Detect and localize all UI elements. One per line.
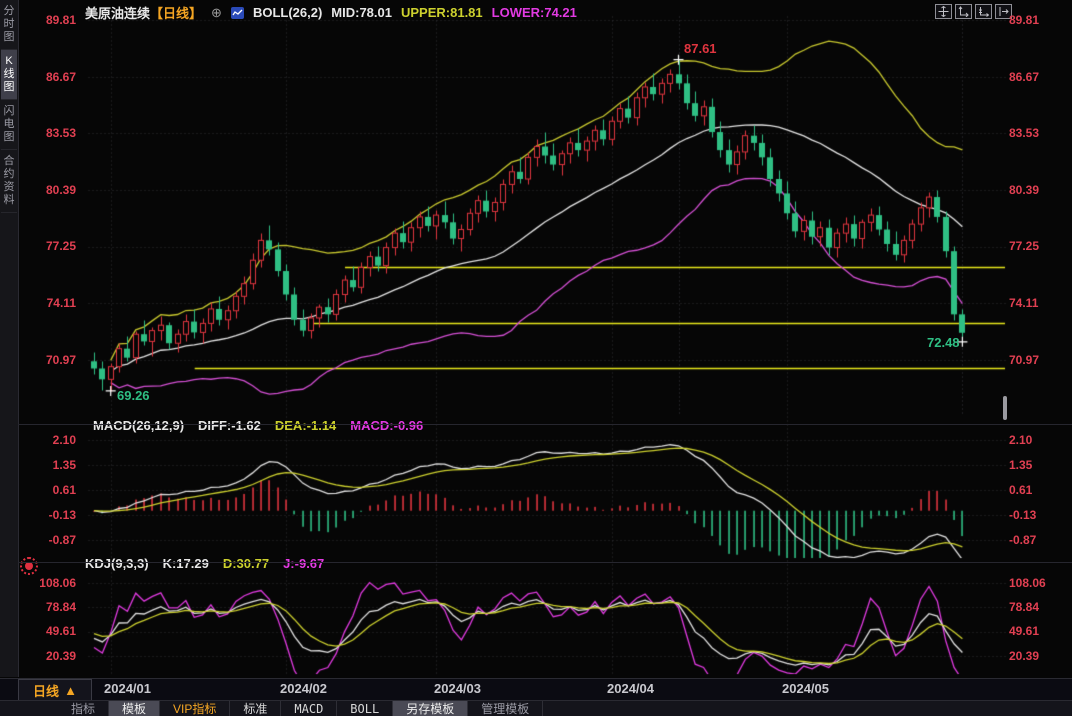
macd-tick: 0.61 (1009, 483, 1061, 497)
period-selector[interactable]: 日线 ▲ (18, 679, 92, 701)
macd-params: MACD(26,12,9) (93, 418, 184, 433)
kdj-j-value: J:-9.67 (283, 556, 324, 571)
price-tick: 89.81 (1009, 13, 1061, 27)
month-label: 2024/03 (434, 681, 481, 696)
macd-tick: 2.10 (1009, 433, 1061, 447)
month-label: 2024/01 (104, 681, 151, 696)
scrollbar-thumb[interactable] (1003, 396, 1007, 420)
sidebar-item-contract-info[interactable]: 合约资料 (1, 150, 17, 213)
tab-macd[interactable]: MACD (281, 701, 337, 716)
month-label: 2024/02 (280, 681, 327, 696)
period-label: 日线 (33, 681, 59, 700)
price-tick: 86.67 (1009, 70, 1061, 84)
macd-dea-value: DEA:-1.14 (275, 418, 336, 433)
tab-indicators[interactable]: 指标 (58, 701, 109, 716)
low-price-annotation: 69.26 (117, 388, 150, 403)
kdj-tick: 49.61 (24, 624, 76, 638)
price-tick: 80.39 (1009, 183, 1061, 197)
month-label: 2024/04 (607, 681, 654, 696)
price-tick: 83.53 (1009, 126, 1061, 140)
tab-boll[interactable]: BOLL (337, 701, 393, 716)
chart-header: 美原油连续【日线】 ⊕ BOLL(26,2) MID:78.01 UPPER:8… (85, 3, 577, 22)
macd-tick: -0.87 (1009, 533, 1061, 547)
add-indicator-icon[interactable]: ⊕ (211, 5, 222, 21)
price-tick: 74.11 (1009, 296, 1061, 310)
price-tick: 70.97 (24, 353, 76, 367)
macd-tick: 1.35 (24, 458, 76, 472)
tab-templates[interactable]: 模板 (109, 701, 160, 716)
boll-params: BOLL(26,2) (253, 5, 322, 20)
instrument-title: 美原油连续【日线】 (85, 3, 202, 22)
xaxis-band (0, 678, 1072, 701)
kdj-tick: 20.39 (24, 649, 76, 663)
sidebar-item-flash-chart[interactable]: 闪电图 (1, 100, 17, 150)
pane-divider (18, 424, 1072, 425)
tab-save-template[interactable]: 另存模板 (393, 701, 468, 716)
sidebar: 分时图 K线图 闪电图 合约资料 (0, 0, 19, 677)
high-price-annotation: 87.61 (684, 41, 717, 56)
kdj-params: KDJ(9,3,3) (85, 556, 149, 571)
trading-app-window: 分时图 K线图 闪电图 合约资料 美原油连续【日线】 ⊕ BOLL(26,2) … (0, 0, 1072, 716)
chart-canvas[interactable] (0, 0, 1072, 716)
chart-toolbar (935, 4, 1012, 19)
scale-y-axis-icon[interactable] (955, 4, 972, 19)
chevron-up-icon: ▲ (64, 683, 77, 698)
tab-standard[interactable]: 标准 (230, 701, 281, 716)
pan-chart-icon[interactable] (935, 4, 952, 19)
macd-tick: -0.87 (24, 533, 76, 547)
kdj-tick: 78.84 (1009, 600, 1061, 614)
price-tick: 89.81 (24, 13, 76, 27)
kdj-tick: 78.84 (24, 600, 76, 614)
macd-tick: -0.13 (1009, 508, 1061, 522)
macd-diff-value: DIFF:-1.62 (198, 418, 261, 433)
boll-upper-value: UPPER:81.81 (401, 5, 483, 20)
price-tick: 83.53 (24, 126, 76, 140)
sidebar-item-time-chart[interactable]: 分时图 (1, 0, 17, 50)
price-tick: 74.11 (24, 296, 76, 310)
price-tick: 70.97 (1009, 353, 1061, 367)
last-price-annotation: 72.48 (927, 335, 960, 350)
kdj-tick: 49.61 (1009, 624, 1061, 638)
bottom-tabbar: 指标 模板 VIP指标 标准 MACD BOLL 另存模板 管理模板 (0, 700, 1072, 716)
macd-header: MACD(26,12,9) DIFF:-1.62 DEA:-1.14 MACD:… (93, 418, 423, 433)
kdj-header: KDJ(9,3,3) K:17.29 D:30.77 J:-9.67 (85, 556, 324, 571)
boll-indicator-icon[interactable] (231, 7, 244, 19)
boll-lower-value: LOWER:74.21 (492, 5, 577, 20)
sidebar-item-kline-chart[interactable]: K线图 (1, 50, 17, 100)
macd-tick: 2.10 (24, 433, 76, 447)
macd-tick: 0.61 (24, 483, 76, 497)
macd-tick: -0.13 (24, 508, 76, 522)
month-label: 2024/05 (782, 681, 829, 696)
kdj-d-value: D:30.77 (223, 556, 269, 571)
boll-mid-value: MID:78.01 (331, 5, 392, 20)
kdj-tick: 108.06 (1009, 576, 1061, 590)
price-tick: 77.25 (1009, 239, 1061, 253)
kdj-tick: 20.39 (1009, 649, 1061, 663)
pane-divider (18, 562, 1072, 563)
price-tick: 77.25 (24, 239, 76, 253)
scale-x-axis-icon[interactable] (975, 4, 992, 19)
macd-macd-value: MACD:-0.96 (350, 418, 423, 433)
indicator-settings-icon[interactable] (20, 557, 38, 575)
macd-tick: 1.35 (1009, 458, 1061, 472)
kdj-tick: 108.06 (24, 576, 76, 590)
price-tick: 86.67 (24, 70, 76, 84)
price-tick: 80.39 (24, 183, 76, 197)
tab-vip-indicators[interactable]: VIP指标 (160, 701, 230, 716)
tab-manage-templates[interactable]: 管理模板 (468, 701, 543, 716)
kdj-k-value: K:17.29 (163, 556, 209, 571)
